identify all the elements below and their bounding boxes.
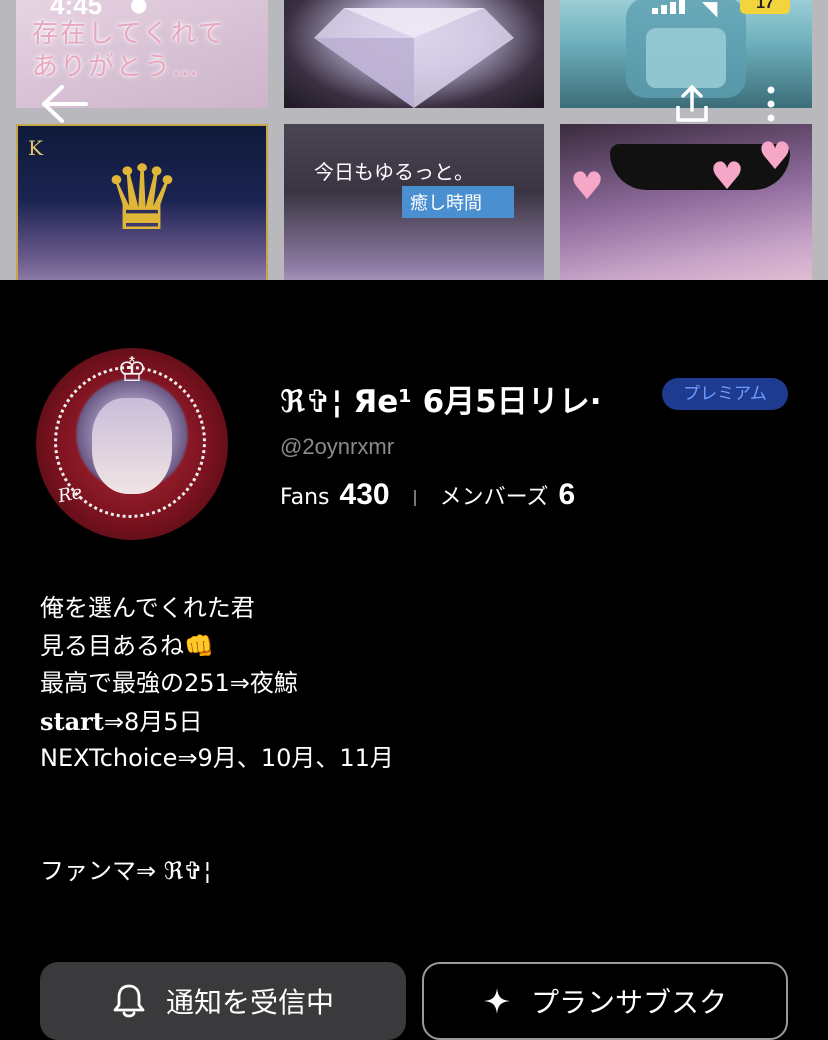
stats-divider bbox=[413, 490, 416, 506]
fans-label: Fans bbox=[280, 485, 330, 510]
bio-start-label: start bbox=[40, 706, 104, 736]
plan-subscribe-button[interactable]: プランサブスク bbox=[422, 962, 788, 1040]
plan-subscribe-label: プランサブスク bbox=[530, 986, 727, 1019]
bio-line: 最高で最強の251⇒夜鯨 bbox=[40, 669, 298, 697]
sparkle-icon bbox=[483, 987, 511, 1015]
notification-button-label: 通知を受信中 bbox=[165, 986, 334, 1019]
bio-line: 見る目あるね👊 bbox=[40, 631, 214, 660]
avatar[interactable]: ♔ Re bbox=[36, 348, 228, 540]
crown-icon: ♛ bbox=[101, 146, 183, 251]
profile-bio: 俺を選んでくれた君 見る目あるね👊 最高で最強の251⇒夜鯨 start⇒8月5… bbox=[40, 590, 800, 890]
bio-line: 俺を選んでくれた君 bbox=[40, 594, 255, 622]
fans-count: 430 bbox=[339, 478, 390, 511]
header-image-tile: ♥ ♥ ♥ bbox=[560, 124, 812, 280]
header-image-tile: 今日もゆるっと。 癒し時間 bbox=[284, 124, 544, 280]
members-label: メンバーズ bbox=[439, 485, 549, 510]
bio-line: start⇒8月5日 bbox=[40, 703, 800, 741]
tile-caption-highlight: 癒し時間 bbox=[402, 186, 514, 218]
bio-line: NEXTchoice⇒9月、10月、11月 bbox=[40, 744, 394, 772]
premium-badge: プレミアム bbox=[662, 378, 788, 410]
tile-caption: 存在してくれて ありがとう… bbox=[32, 19, 226, 82]
bio-start-date: ⇒8月5日 bbox=[103, 707, 203, 736]
more-vertical-icon[interactable] bbox=[756, 84, 786, 124]
profile-handle: @2oynrxmr bbox=[280, 434, 395, 459]
wifi-icon: ◥ bbox=[702, 0, 718, 20]
bell-icon bbox=[112, 983, 146, 1019]
heart-icon: ♥ bbox=[710, 154, 745, 198]
profile-name: ℜ✞¦ Яe¹ 6月5日リレ· bbox=[280, 384, 602, 420]
status-bar: 4:45 ● ◥ 17 bbox=[0, 0, 828, 20]
bio-line: ファンマ⇒ ℜ✞¦ bbox=[40, 856, 212, 885]
signal-icon bbox=[652, 0, 685, 14]
header-image-tile: K ♛ bbox=[16, 124, 268, 280]
header-image-grid: 存在してくれて ありがとう… K ♛ 今日もゆるっと。 癒し時間 ♥ ♥ ♥ 4… bbox=[0, 0, 828, 280]
members-count: 6 bbox=[558, 478, 576, 511]
tiara-icon: ♔ bbox=[116, 350, 148, 390]
person-icon: ● bbox=[130, 0, 148, 16]
status-time: 4:45 bbox=[50, 0, 103, 20]
heart-icon: ♥ bbox=[570, 164, 605, 208]
share-icon[interactable] bbox=[672, 84, 712, 124]
profile-stats: Fans 430 メンバーズ 6 bbox=[280, 478, 575, 518]
heart-icon: ♥ bbox=[758, 134, 793, 178]
avatar-signature: Re bbox=[56, 481, 85, 508]
notification-button[interactable]: 通知を受信中 bbox=[40, 962, 406, 1040]
tile-caption: 今日もゆるっと。 bbox=[314, 160, 474, 184]
battery-indicator: 17 bbox=[740, 0, 790, 14]
card-letter: K bbox=[28, 136, 43, 160]
arrow-left-icon[interactable] bbox=[40, 84, 90, 124]
